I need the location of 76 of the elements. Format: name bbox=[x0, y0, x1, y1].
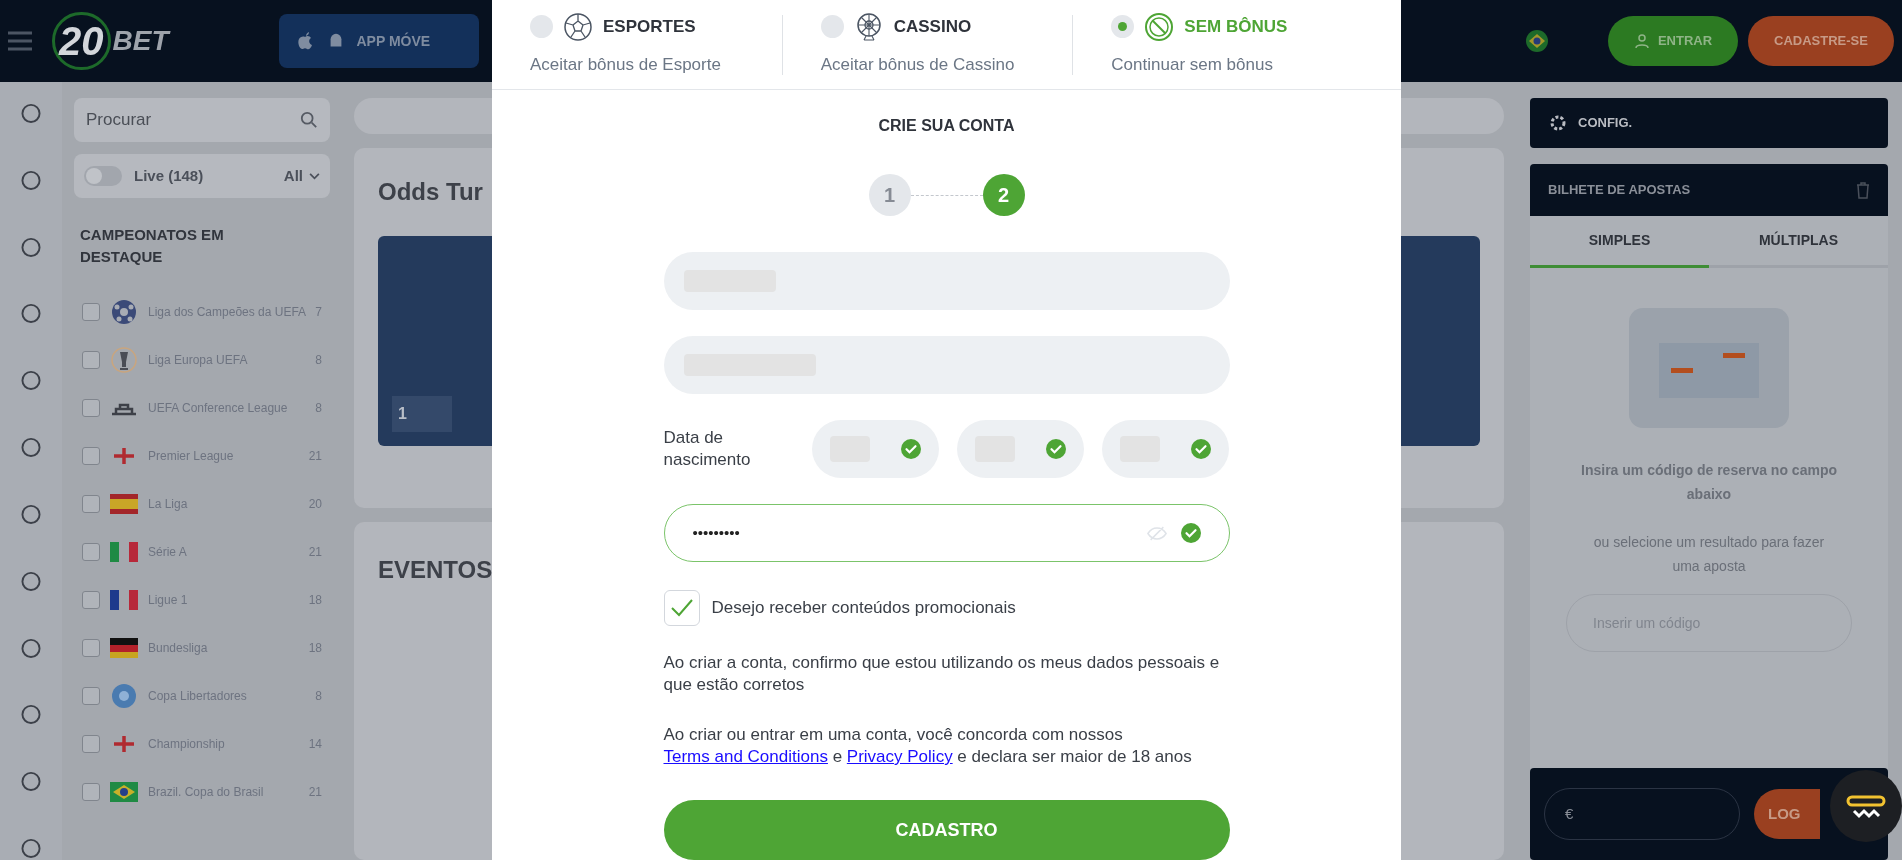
search-placeholder: Procurar bbox=[86, 109, 153, 132]
league-checkbox[interactable] bbox=[82, 351, 100, 369]
league-checkbox[interactable] bbox=[82, 399, 100, 417]
settings-label: CONFIG. bbox=[1578, 114, 1633, 133]
prohibited-icon bbox=[1144, 11, 1175, 42]
bonus-subtitle: Aceitar bônus de Esporte bbox=[530, 53, 722, 76]
submit-button[interactable]: CADASTRO bbox=[663, 800, 1230, 860]
emblem-icon bbox=[110, 682, 138, 710]
featured-title: Odds Tur bbox=[378, 177, 483, 207]
flag-icon bbox=[110, 494, 138, 514]
password-field[interactable]: ••••••••• bbox=[663, 504, 1230, 562]
betslip-title: BILHETE DE APOSTAS bbox=[1548, 181, 1691, 200]
betslip-tab[interactable]: MÚLTIPLAS bbox=[1709, 216, 1888, 268]
settings-bar[interactable]: CONFIG. bbox=[1530, 98, 1888, 148]
league-checkbox[interactable] bbox=[82, 447, 100, 465]
bonus-title: CASSINO bbox=[893, 16, 972, 38]
bonus-title: SEM BÔNUS bbox=[1184, 16, 1288, 38]
radio-button[interactable] bbox=[820, 15, 844, 39]
radio-button[interactable] bbox=[1111, 15, 1135, 39]
bonus-subtitle: Continuar sem bônus bbox=[1111, 53, 1274, 76]
step-indicator: 1 bbox=[868, 174, 911, 216]
ball-icon bbox=[110, 298, 138, 326]
logo-number: 20 bbox=[52, 12, 111, 70]
league-checkbox[interactable] bbox=[82, 495, 100, 513]
league-checkbox[interactable] bbox=[82, 687, 100, 705]
promo-label: Desejo receber conteúdos promocionais bbox=[711, 597, 1016, 620]
menu-icon[interactable] bbox=[8, 31, 32, 51]
hint-message: ou selecione um resultado para fazer uma aposta bbox=[1592, 533, 1826, 576]
login-button[interactable]: ENTRAR bbox=[1608, 16, 1738, 66]
birth-date-label: Data de nascimento bbox=[663, 427, 752, 471]
banner-score: 1 bbox=[392, 396, 452, 432]
currency-symbol: € bbox=[1565, 803, 1574, 824]
live-label: Live (148) bbox=[134, 165, 205, 186]
flag-icon bbox=[110, 782, 138, 802]
section-title: CAMPEONATOS EM DESTAQUE bbox=[79, 225, 225, 267]
live-toggle[interactable] bbox=[84, 166, 122, 186]
bonus-option[interactable]: SEM BÔNUS Continuar sem bônus bbox=[1111, 11, 1363, 78]
league-checkbox[interactable] bbox=[82, 639, 100, 657]
league-checkbox[interactable] bbox=[82, 783, 100, 801]
chevron-down-icon bbox=[309, 172, 320, 180]
checkmark-icon bbox=[670, 599, 693, 617]
empty-message: Insira um código de reserva no campo abaixo bbox=[1580, 461, 1838, 504]
soccer-ball-icon bbox=[563, 11, 593, 42]
terms-link[interactable]: Terms and Conditions bbox=[663, 747, 828, 766]
flag-icon bbox=[110, 542, 138, 562]
signup-button[interactable]: CADASTRE-SE bbox=[1748, 16, 1894, 66]
search-icon bbox=[300, 111, 318, 129]
flag-icon bbox=[110, 590, 138, 610]
trash-icon[interactable] bbox=[1856, 181, 1870, 199]
privacy-link[interactable]: Privacy Policy bbox=[846, 747, 953, 766]
league-checkbox[interactable] bbox=[82, 303, 100, 321]
login-button[interactable]: LOG bbox=[1754, 789, 1820, 839]
promo-checkbox[interactable] bbox=[663, 590, 700, 626]
bonus-title: ESPORTES bbox=[603, 16, 696, 38]
app-button[interactable]: APP MÓVE bbox=[278, 14, 479, 68]
bonus-option[interactable]: ESPORTES Aceitar bônus de Esporte bbox=[530, 11, 782, 78]
league-checkbox[interactable] bbox=[82, 735, 100, 753]
bonus-option[interactable]: CASSINO Aceitar bônus de Cassino bbox=[820, 11, 1073, 78]
betslip-tab[interactable]: SIMPLES bbox=[1530, 216, 1709, 268]
search-field[interactable]: Procurar bbox=[74, 98, 330, 142]
legal-text: Ao criar ou entrar em uma conta, você concorda com nossos Terms and Conditions e Privacy Policy e declara ser maior de 18 anos bbox=[663, 724, 1193, 768]
user-icon bbox=[1633, 33, 1650, 49]
filter-dropdown[interactable]: All bbox=[283, 164, 320, 188]
flag-icon[interactable] bbox=[1526, 30, 1548, 52]
logo[interactable]: 20 BET bbox=[52, 12, 169, 70]
form-title: CRIE SUA CONTA bbox=[878, 116, 1015, 136]
logo-text: BET bbox=[112, 24, 169, 58]
settings-icon bbox=[1548, 113, 1568, 133]
consent-text: Ao criar a conta, confirmo que estou utilizando os meus dados pessoais e que estão corretos bbox=[663, 652, 1221, 696]
league-checkbox[interactable] bbox=[82, 543, 100, 561]
flag-icon bbox=[110, 638, 138, 658]
bonus-subtitle: Aceitar bônus de Cassino bbox=[820, 53, 1016, 76]
league-checkbox[interactable] bbox=[82, 591, 100, 609]
events-title: EVENTOS bbox=[378, 556, 493, 583]
step-indicator: 2 bbox=[982, 174, 1025, 216]
radio-button[interactable] bbox=[530, 15, 553, 39]
